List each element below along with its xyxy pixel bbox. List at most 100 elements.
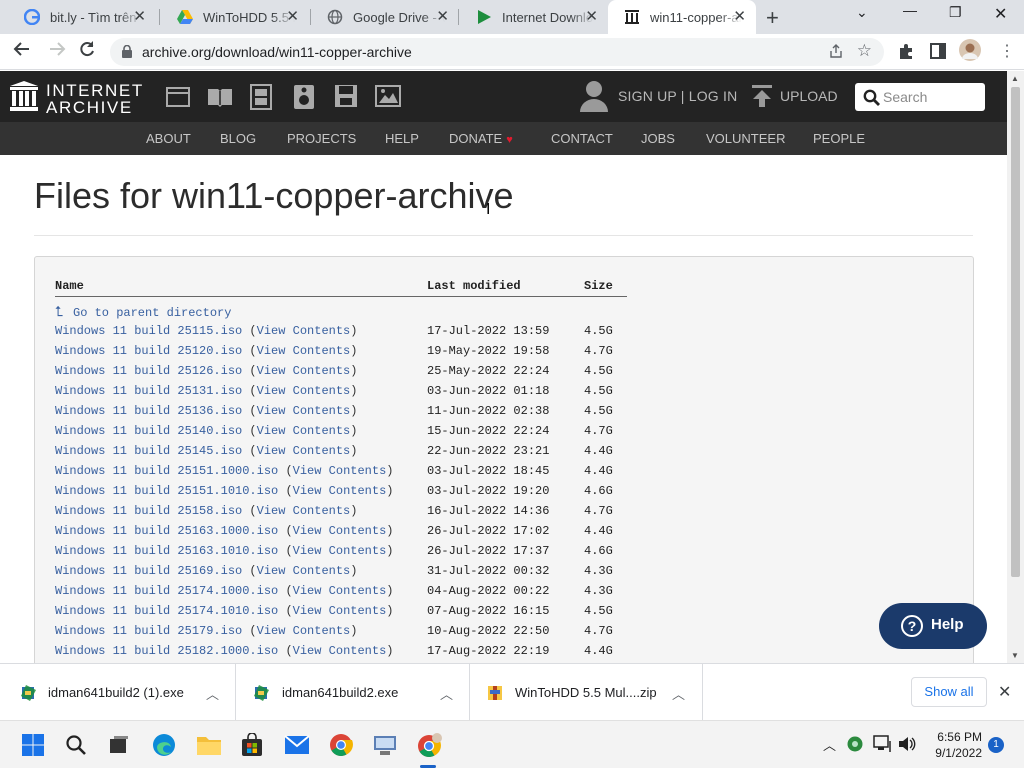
file-link[interactable]: Windows 11 build 25126.iso bbox=[55, 364, 242, 378]
view-contents-link[interactable]: View Contents bbox=[293, 644, 387, 658]
scrollbar-thumb[interactable] bbox=[1011, 87, 1020, 577]
close-icon[interactable]: ✕ bbox=[998, 682, 1011, 702]
view-contents-link[interactable]: View Contents bbox=[293, 524, 387, 538]
page-scrollbar[interactable]: ▲ ▼ bbox=[1007, 71, 1024, 663]
texts-icon[interactable] bbox=[207, 87, 233, 112]
tab-bitly[interactable]: bit.ly - Tìm trên Google ✕ bbox=[8, 0, 156, 34]
file-link[interactable]: Windows 11 build 25182.1000.iso bbox=[55, 644, 278, 658]
file-link[interactable]: Windows 11 build 25174.1010.iso bbox=[55, 604, 278, 618]
view-contents-link[interactable]: View Contents bbox=[257, 404, 351, 418]
file-link[interactable]: Windows 11 build 25174.1000.iso bbox=[55, 584, 278, 598]
file-link[interactable]: Windows 11 build 25120.iso bbox=[55, 344, 242, 358]
extensions-icon[interactable] bbox=[897, 42, 915, 65]
restore-icon[interactable]: ❐ bbox=[949, 4, 962, 21]
close-window-icon[interactable]: ✕ bbox=[994, 4, 1007, 24]
file-link[interactable]: Windows 11 build 25163.1000.iso bbox=[55, 524, 278, 538]
chevron-up-icon[interactable]: ︿ bbox=[440, 684, 453, 703]
web-icon[interactable] bbox=[166, 87, 190, 112]
close-tab-icon[interactable]: ✕ bbox=[585, 9, 598, 25]
nav-jobs[interactable]: JOBS bbox=[641, 131, 675, 146]
file-link[interactable]: Windows 11 build 25145.iso bbox=[55, 444, 242, 458]
help-button[interactable]: ? Help bbox=[879, 603, 987, 649]
file-link[interactable]: Windows 11 build 25151.1010.iso bbox=[55, 484, 278, 498]
nav-help[interactable]: HELP bbox=[385, 131, 419, 146]
volume-icon[interactable] bbox=[898, 735, 916, 756]
audio-icon[interactable] bbox=[293, 84, 315, 115]
file-link[interactable]: Windows 11 build 25169.iso bbox=[55, 564, 242, 578]
view-contents-link[interactable]: View Contents bbox=[257, 504, 351, 518]
forward-icon[interactable] bbox=[48, 40, 66, 63]
notification-badge[interactable]: 1 bbox=[988, 737, 1004, 753]
file-link[interactable]: Windows 11 build 25136.iso bbox=[55, 404, 242, 418]
nav-volunteer[interactable]: VOLUNTEER bbox=[706, 131, 785, 146]
user-icon[interactable] bbox=[580, 80, 608, 117]
chevron-up-icon[interactable]: ︿ bbox=[206, 684, 219, 703]
side-panel-icon[interactable] bbox=[929, 42, 947, 65]
signup-login-link[interactable]: SIGN UP | LOG IN bbox=[618, 88, 737, 104]
file-link[interactable]: Windows 11 build 25140.iso bbox=[55, 424, 242, 438]
back-icon[interactable] bbox=[13, 40, 31, 63]
menu-icon[interactable]: ⋮ bbox=[999, 41, 1015, 61]
network-app-icon[interactable] bbox=[371, 731, 399, 759]
software-icon[interactable] bbox=[334, 84, 358, 113]
upload-link[interactable]: UPLOAD bbox=[780, 88, 838, 104]
view-contents-link[interactable]: View Contents bbox=[293, 464, 387, 478]
lock-icon[interactable] bbox=[122, 44, 132, 63]
view-contents-link[interactable]: View Contents bbox=[257, 624, 351, 638]
close-tab-icon[interactable]: ✕ bbox=[133, 9, 146, 25]
chevron-up-icon[interactable]: ︿ bbox=[823, 735, 836, 754]
file-link[interactable]: Windows 11 build 25179.iso bbox=[55, 624, 242, 638]
store-icon[interactable] bbox=[238, 731, 266, 759]
tab-idm[interactable]: Internet Download Manager ✕ bbox=[460, 0, 608, 34]
search-icon[interactable] bbox=[62, 731, 90, 759]
search-input[interactable] bbox=[883, 87, 979, 107]
upload-icon[interactable] bbox=[752, 85, 772, 112]
nav-projects[interactable]: PROJECTS bbox=[287, 131, 356, 146]
file-link[interactable]: Windows 11 build 25158.iso bbox=[55, 504, 242, 518]
view-contents-link[interactable]: View Contents bbox=[257, 444, 351, 458]
download-item[interactable]: idman641build2 (1).exe ︿ bbox=[0, 664, 236, 721]
show-all-button[interactable]: Show all bbox=[911, 677, 987, 707]
view-contents-link[interactable]: View Contents bbox=[293, 484, 387, 498]
file-link[interactable]: Windows 11 build 25115.iso bbox=[55, 324, 242, 338]
search-icon[interactable] bbox=[863, 89, 880, 111]
video-icon[interactable] bbox=[250, 84, 272, 115]
tab-win11-copper-archive[interactable]: win11-copper-archive ✕ bbox=[608, 0, 756, 34]
tab-google-drive[interactable]: Google Drive - Virus scan warning ✕ bbox=[311, 0, 459, 34]
clock[interactable]: 6:56 PM 9/1/2022 bbox=[926, 729, 982, 761]
minimize-icon[interactable]: — bbox=[903, 2, 917, 18]
close-tab-icon[interactable]: ✕ bbox=[436, 9, 449, 25]
share-icon[interactable] bbox=[828, 43, 844, 62]
scroll-up-icon[interactable]: ▲ bbox=[1011, 74, 1019, 83]
images-icon[interactable] bbox=[375, 85, 401, 112]
task-view-icon[interactable] bbox=[105, 731, 133, 759]
view-contents-link[interactable]: View Contents bbox=[293, 544, 387, 558]
edge-icon[interactable] bbox=[150, 731, 178, 759]
ia-logo[interactable]: INTERNET ARCHIVE bbox=[10, 81, 142, 117]
mail-icon[interactable] bbox=[283, 731, 311, 759]
chrome-icon[interactable] bbox=[327, 731, 355, 759]
close-tab-icon[interactable]: ✕ bbox=[733, 9, 746, 25]
address-bar[interactable]: archive.org/download/win11-copper-archiv… bbox=[110, 38, 884, 66]
view-contents-link[interactable]: View Contents bbox=[257, 384, 351, 398]
view-contents-link[interactable]: View Contents bbox=[257, 424, 351, 438]
view-contents-link[interactable]: View Contents bbox=[257, 344, 351, 358]
nav-people[interactable]: PEOPLE bbox=[813, 131, 865, 146]
tab-wintohdd[interactable]: WinToHDD 5.5 Multilingual ✕ bbox=[161, 0, 309, 34]
download-item[interactable]: WinToHDD 5.5 Mul....zip ︿ bbox=[470, 664, 703, 721]
new-tab-icon[interactable]: + bbox=[766, 5, 779, 31]
file-link[interactable]: Windows 11 build 25151.1000.iso bbox=[55, 464, 278, 478]
reload-icon[interactable] bbox=[78, 40, 96, 63]
security-icon[interactable] bbox=[846, 735, 864, 756]
nav-contact[interactable]: CONTACT bbox=[551, 131, 613, 146]
chrome-profile-icon[interactable] bbox=[416, 731, 444, 759]
nav-blog[interactable]: BLOG bbox=[220, 131, 256, 146]
nav-donate[interactable]: DONATE ♥ bbox=[449, 131, 513, 146]
view-contents-link[interactable]: View Contents bbox=[257, 564, 351, 578]
download-item[interactable]: idman641build2.exe ︿ bbox=[236, 664, 470, 721]
view-contents-link[interactable]: View Contents bbox=[293, 604, 387, 618]
view-contents-link[interactable]: View Contents bbox=[257, 364, 351, 378]
view-contents-link[interactable]: View Contents bbox=[257, 324, 351, 338]
parent-directory-link[interactable]: ⮤ Go to parent directory bbox=[55, 304, 231, 320]
avatar[interactable] bbox=[959, 39, 981, 66]
